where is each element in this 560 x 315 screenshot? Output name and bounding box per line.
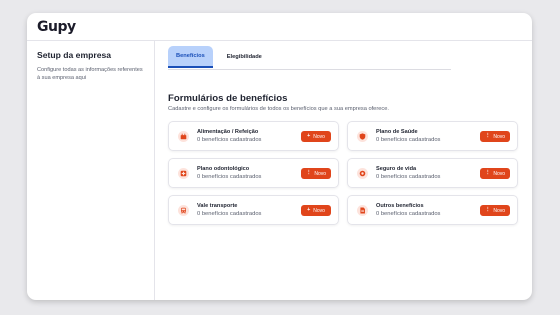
tab-beneficios[interactable]: Benefícios <box>168 46 213 68</box>
food-icon <box>178 130 189 142</box>
more-vertical-icon: ⋮ <box>484 206 491 213</box>
benefit-card-plano-saude: Plano de Saúde 0 benefícios cadastrados … <box>347 121 518 151</box>
benefit-title: Outros benefícios <box>376 203 424 209</box>
bus-icon <box>178 204 189 216</box>
new-button-label: Novo <box>493 207 506 214</box>
benefit-card-odontologico: Plano odontológico 0 benefícios cadastra… <box>168 158 339 188</box>
document-icon <box>357 204 368 216</box>
sidebar-description: Configure todas as informações referente… <box>37 67 143 81</box>
more-vertical-icon: ⋮ <box>305 169 312 176</box>
new-benefit-button[interactable]: + Novo <box>301 131 331 142</box>
medical-cross-icon <box>178 167 189 179</box>
benefit-title: Plano odontológico <box>197 166 250 172</box>
benefit-card-alimentacao: Alimentação / Refeição 0 benefícios cada… <box>168 121 339 151</box>
tab-elegibilidade[interactable]: Elegibilidade <box>219 46 270 68</box>
new-benefit-button[interactable]: ⋮ Novo <box>301 168 331 179</box>
benefit-title: Plano de Saúde <box>376 129 418 135</box>
sidebar: Setup da empresa Configure todas as info… <box>27 41 155 300</box>
new-benefit-button[interactable]: ⋮ Novo <box>480 131 510 142</box>
benefit-card-vale-transporte: Vale transporte 0 benefícios cadastrados… <box>168 195 339 225</box>
new-benefit-button[interactable]: ⋮ Novo <box>480 168 510 179</box>
new-benefit-button[interactable]: ⋮ Novo <box>480 205 510 216</box>
sidebar-title: Setup da empresa <box>37 50 112 60</box>
tab-bar: Benefícios Elegibilidade <box>168 45 451 70</box>
benefit-count: 0 benefícios cadastrados <box>376 211 441 217</box>
plus-icon: + <box>307 206 311 213</box>
main-content: Benefícios Elegibilidade Formulários de … <box>155 41 532 300</box>
benefits-grid: Alimentação / Refeição 0 benefícios cada… <box>168 121 518 225</box>
benefit-card-outros: Outros benefícios 0 benefícios cadastrad… <box>347 195 518 225</box>
section-subtitle: Cadastre e configure os formulários de t… <box>168 106 389 112</box>
plus-icon: + <box>307 132 311 139</box>
benefit-count: 0 benefícios cadastrados <box>197 211 262 217</box>
benefit-count: 0 benefícios cadastrados <box>197 137 262 143</box>
benefit-title: Alimentação / Refeição <box>197 129 259 135</box>
section-title: Formulários de benefícios <box>168 93 288 104</box>
more-vertical-icon: ⋮ <box>484 169 491 176</box>
gupy-logo[interactable]: Gupy <box>37 19 76 35</box>
benefit-card-seguro-vida: Seguro de vida 0 benefícios cadastrados … <box>347 158 518 188</box>
new-button-label: Novo <box>493 170 506 177</box>
app-window: Gupy Setup da empresa Configure todas as… <box>27 13 532 300</box>
benefit-title: Seguro de vida <box>376 166 417 172</box>
new-button-label: Novo <box>493 133 506 140</box>
new-button-label: Novo <box>313 207 325 214</box>
shield-icon <box>357 130 368 142</box>
benefit-title: Vale transporte <box>197 203 238 209</box>
more-vertical-icon: ⋮ <box>484 132 491 139</box>
benefit-count: 0 benefícios cadastrados <box>197 174 262 180</box>
benefit-count: 0 benefícios cadastrados <box>376 137 441 143</box>
new-button-label: Novo <box>313 133 325 140</box>
top-bar: Gupy <box>27 13 532 41</box>
life-buoy-icon <box>357 167 368 179</box>
new-button-label: Novo <box>314 170 327 177</box>
benefit-count: 0 benefícios cadastrados <box>376 174 441 180</box>
new-benefit-button[interactable]: + Novo <box>301 205 331 216</box>
